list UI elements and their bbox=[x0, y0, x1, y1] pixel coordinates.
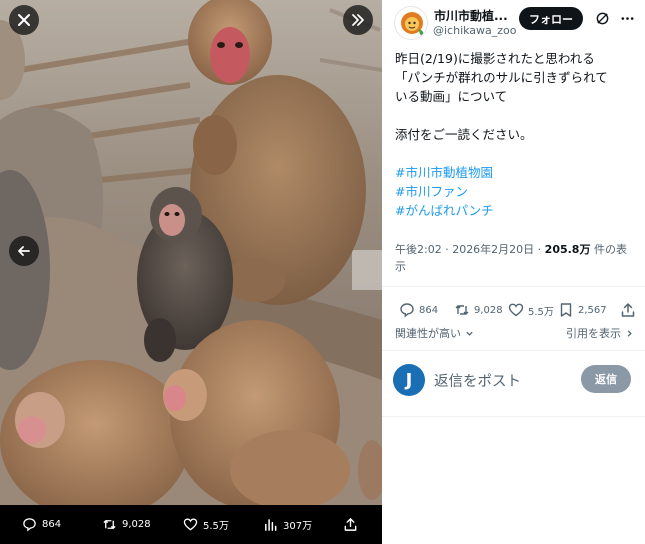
post-timestamp[interactable]: 午後2:02 · 2026年2月20日 · bbox=[395, 243, 545, 256]
media-like-button[interactable]: 5.5万 bbox=[183, 505, 229, 544]
reply-count: 864 bbox=[419, 304, 439, 316]
chevron-down-icon bbox=[466, 331, 473, 336]
previous-media-button[interactable] bbox=[9, 236, 39, 266]
view-suffix-2: 示 bbox=[395, 260, 406, 273]
hashtag-link[interactable]: #がんばれパンチ bbox=[395, 201, 641, 220]
like-button[interactable]: 5.5万 bbox=[508, 300, 554, 320]
author-avatar[interactable] bbox=[394, 6, 428, 40]
post-line: 添付をご一読ください。 bbox=[395, 127, 533, 142]
bar-chart-icon bbox=[265, 519, 277, 531]
author-handle[interactable]: @ichikawa_zoo bbox=[433, 24, 517, 37]
media-like-count: 5.5万 bbox=[203, 521, 229, 532]
post-text: 昨日(2/19)に撮影されたと思われる 「パンチが群れのサルに引きずられて いる… bbox=[395, 49, 641, 220]
reply-icon bbox=[400, 303, 414, 318]
bookmark-button[interactable]: 2,567 bbox=[558, 300, 607, 320]
post-line: 「パンチが群れのサルに引きずられて bbox=[395, 70, 608, 85]
author-name[interactable]: 市川市動植... bbox=[434, 7, 508, 24]
repost-icon bbox=[103, 520, 116, 529]
photo-illustration bbox=[0, 0, 382, 505]
hashtag-link[interactable]: #市川市動植物園 bbox=[395, 163, 641, 182]
bookmark-count: 2,567 bbox=[578, 304, 607, 316]
share-icon bbox=[621, 303, 635, 317]
reply-composer: J 返信をポスト 返信 bbox=[382, 358, 645, 402]
close-button[interactable] bbox=[9, 5, 39, 35]
bookmark-icon bbox=[560, 303, 572, 317]
media-reply-button[interactable]: 864 bbox=[22, 505, 61, 544]
grok-icon[interactable] bbox=[595, 11, 610, 26]
view-suffix: 件の表 bbox=[590, 243, 627, 256]
reply-submit-button[interactable]: 返信 bbox=[581, 365, 631, 393]
follow-button[interactable]: フォロー bbox=[519, 7, 583, 30]
expand-panel-button[interactable] bbox=[343, 5, 373, 35]
share-button[interactable] bbox=[620, 300, 636, 320]
repost-icon bbox=[455, 305, 469, 315]
heart-icon bbox=[508, 303, 524, 317]
sort-label: 関連性が高い bbox=[395, 327, 461, 340]
post-line: 昨日(2/19)に撮影されたと思われる bbox=[395, 51, 595, 66]
media-share-button[interactable] bbox=[343, 505, 358, 544]
heart-icon bbox=[183, 518, 198, 531]
post-meta: 午後2:02 · 2026年2月20日 · 205.8万 件の表 示 bbox=[395, 241, 635, 275]
share-icon bbox=[344, 518, 357, 531]
double-chevron-right-icon bbox=[352, 14, 364, 26]
hashtag-link[interactable]: #市川ファン bbox=[395, 182, 641, 201]
divider bbox=[382, 416, 645, 417]
quotes-label: 引用を表示 bbox=[566, 327, 621, 340]
close-icon bbox=[18, 14, 30, 26]
sort-replies-button[interactable]: 関連性が高い bbox=[395, 325, 474, 341]
post-panel: 市川市動植... @ichikawa_zoo フォロー 昨日(2/19)に撮影さ… bbox=[382, 0, 645, 544]
post-actions: 864 9,028 5.5万 2,567 bbox=[394, 300, 639, 320]
reply-input[interactable]: 返信をポスト bbox=[434, 370, 521, 391]
media-repost-count: 9,028 bbox=[122, 519, 151, 530]
divider bbox=[382, 286, 645, 287]
view-count: 205.8万 bbox=[544, 243, 591, 256]
media-view-count: 307万 bbox=[283, 521, 313, 532]
media-action-bar: 864 9,028 5.5万 307万 bbox=[0, 505, 382, 544]
user-avatar[interactable]: J bbox=[393, 364, 425, 396]
arrow-left-icon bbox=[18, 246, 30, 256]
view-quotes-link[interactable]: 引用を表示 bbox=[566, 325, 634, 341]
like-count: 5.5万 bbox=[528, 306, 554, 318]
divider bbox=[382, 350, 645, 351]
media-viewer: 864 9,028 5.5万 307万 bbox=[0, 0, 382, 544]
reply-button[interactable]: 864 bbox=[399, 300, 438, 320]
repost-count: 9,028 bbox=[474, 304, 503, 316]
media-reply-count: 864 bbox=[42, 519, 62, 530]
app-root: 864 9,028 5.5万 307万 市川市動植... @ichikawa_z… bbox=[0, 0, 645, 544]
chevron-right-icon bbox=[627, 329, 632, 337]
media-views-button[interactable]: 307万 bbox=[263, 505, 312, 544]
lion-logo-icon bbox=[396, 8, 427, 39]
monkey-photo[interactable] bbox=[0, 0, 382, 505]
post-line: いる動画」について bbox=[395, 89, 508, 104]
media-repost-button[interactable]: 9,028 bbox=[102, 505, 151, 544]
more-icon[interactable] bbox=[620, 11, 635, 26]
reply-icon bbox=[23, 518, 36, 532]
repost-button[interactable]: 9,028 bbox=[454, 300, 503, 320]
